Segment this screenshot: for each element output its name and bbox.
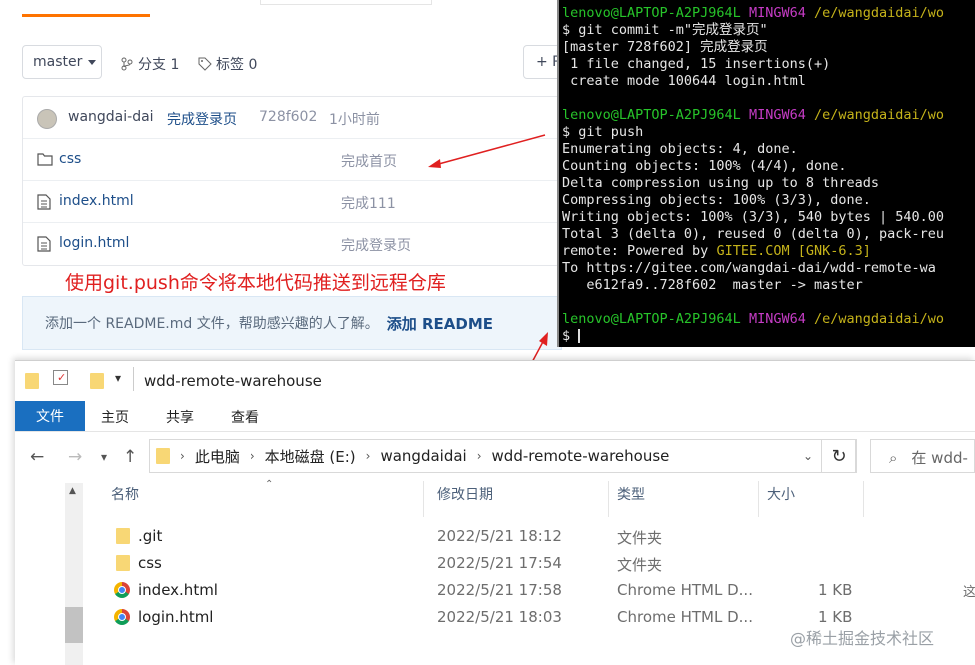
- row-type: Chrome HTML D...: [617, 608, 753, 626]
- tab-view[interactable]: 查看: [231, 407, 259, 427]
- breadcrumb-separator: ›: [180, 449, 185, 463]
- table-row[interactable]: css 2022/5/21 17:54 文件夹: [110, 550, 975, 577]
- column-header-size[interactable]: 大小: [767, 484, 795, 514]
- folder-icon: [25, 373, 39, 389]
- arrow-head: [539, 332, 548, 346]
- column-header-modified[interactable]: 修改日期: [437, 484, 493, 514]
- breadcrumb-item[interactable]: wdd-remote-warehouse: [492, 447, 670, 465]
- arrow-head: [428, 159, 441, 168]
- table-row[interactable]: .git 2022/5/21 18:12 文件夹: [110, 523, 975, 550]
- title-bar: ✓ ▾ wdd-remote-warehouse: [15, 361, 975, 401]
- breadcrumb-item[interactable]: 本地磁盘 (E:): [265, 446, 356, 467]
- row-modified: 2022/5/21 18:12: [437, 527, 562, 545]
- column-divider[interactable]: [758, 481, 759, 517]
- row-modified: 2022/5/21 17:54: [437, 554, 562, 572]
- row-type: 文件夹: [617, 529, 663, 547]
- refresh-button[interactable]: ↻: [821, 439, 857, 473]
- window-title: wdd-remote-warehouse: [144, 372, 322, 390]
- row-name[interactable]: css: [138, 554, 162, 572]
- row-name[interactable]: index.html: [138, 581, 218, 599]
- scroll-up-icon[interactable]: ▲: [69, 486, 76, 496]
- row-size: 1 KB: [818, 581, 853, 599]
- divider: [133, 367, 134, 391]
- tab-file[interactable]: 文件: [15, 401, 85, 431]
- forward-arrow-icon[interactable]: →: [68, 447, 82, 467]
- file-explorer-window: ✓ ▾ wdd-remote-warehouse 文件 主页 共享 查看 ← →…: [15, 360, 975, 665]
- breadcrumb-item[interactable]: wangdaidai: [380, 447, 466, 465]
- truncated-column-glyph: 这: [963, 585, 975, 600]
- quick-access-dropdown-icon[interactable]: ▾: [115, 371, 121, 385]
- new-folder-icon[interactable]: [90, 373, 104, 389]
- scrollbar[interactable]: ▲: [65, 483, 83, 665]
- sort-ascending-icon: ⌃: [265, 479, 274, 490]
- up-arrow-icon[interactable]: ↑: [123, 447, 137, 467]
- folder-icon: [116, 555, 130, 571]
- row-type: Chrome HTML D...: [617, 581, 753, 599]
- column-header-name[interactable]: 名称: [111, 484, 139, 514]
- arrow-line: [434, 134, 546, 166]
- search-icon: ⌕: [889, 449, 898, 467]
- folder-icon: [156, 448, 170, 464]
- breadcrumb-item[interactable]: 此电脑: [195, 446, 240, 467]
- row-modified: 2022/5/21 17:58: [437, 581, 562, 599]
- column-divider[interactable]: [608, 481, 609, 517]
- ribbon-tabs: 文件 主页 共享 查看: [15, 401, 975, 432]
- watermark: @稀土掘金技术社区: [790, 629, 935, 648]
- breadcrumb-separator: ›: [249, 449, 255, 463]
- address-bar[interactable]: › 此电脑 › 本地磁盘 (E:) › wangdaidai › wdd-rem…: [149, 439, 856, 473]
- properties-icon[interactable]: ✓: [53, 370, 68, 385]
- address-dropdown-icon[interactable]: ⌄: [803, 449, 813, 463]
- chrome-icon: [114, 609, 130, 625]
- row-size: 1 KB: [818, 608, 853, 626]
- search-input[interactable]: ⌕ 在 wdd-: [870, 439, 975, 473]
- chrome-icon: [114, 582, 130, 598]
- row-name[interactable]: login.html: [138, 608, 213, 626]
- row-name[interactable]: .git: [138, 527, 162, 545]
- tab-home[interactable]: 主页: [101, 407, 129, 427]
- column-divider[interactable]: [863, 481, 864, 517]
- breadcrumb-separator: ›: [365, 449, 371, 463]
- row-type: 文件夹: [617, 556, 663, 574]
- column-header-type[interactable]: 类型: [617, 484, 645, 514]
- scrollbar-thumb[interactable]: [65, 607, 83, 643]
- refresh-icon: ↻: [831, 445, 847, 467]
- back-arrow-icon[interactable]: ←: [30, 447, 44, 467]
- column-divider[interactable]: [423, 481, 424, 517]
- folder-icon: [116, 528, 130, 544]
- recent-locations-icon[interactable]: ▾: [101, 450, 107, 464]
- tab-share[interactable]: 共享: [166, 407, 194, 427]
- table-row[interactable]: index.html 2022/5/21 17:58 Chrome HTML D…: [110, 577, 975, 604]
- row-modified: 2022/5/21 18:03: [437, 608, 562, 626]
- breadcrumb-separator: ›: [476, 449, 482, 463]
